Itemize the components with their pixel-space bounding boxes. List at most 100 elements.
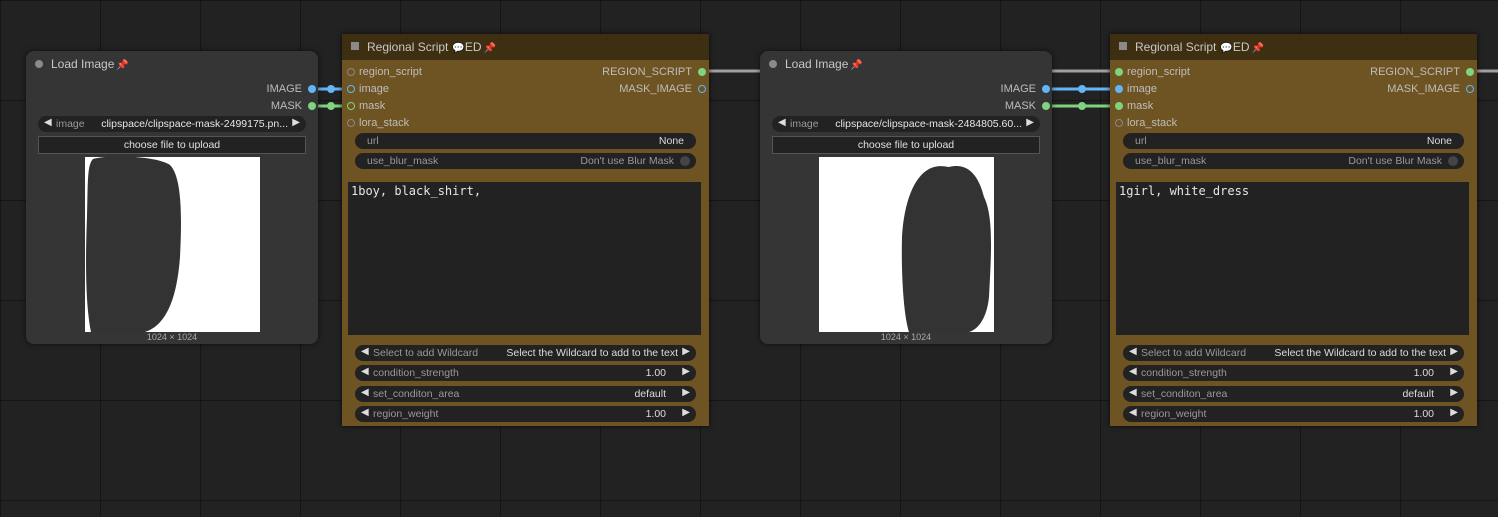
output-mask-image-socket[interactable] [1466,85,1474,93]
output-mask-label: MASK [1004,100,1036,112]
input-image-socket[interactable] [1115,85,1123,93]
image-dimensions: 1024 × 1024 [146,332,198,342]
right-arrow-icon[interactable]: ▶ [1450,346,1458,357]
right-arrow-icon[interactable]: ▶ [1450,387,1458,398]
node-title-bar[interactable]: Load Image 📌 [26,51,318,77]
pin-icon[interactable]: 📌 [484,43,496,54]
left-arrow-icon[interactable]: ◀ [44,117,52,128]
url-value: None [658,135,684,147]
node-title: Load Image [785,57,849,71]
image-combo[interactable]: ◀ image clipspace/clipspace-mask-2499175… [38,116,306,132]
toggle-knob-icon[interactable] [680,156,690,166]
region-weight-field[interactable]: ◀ region_weight 1.00 ▶ [355,406,696,422]
output-region-script-socket[interactable] [698,68,706,76]
condition-strength-field[interactable]: ◀ condition_strength 1.00 ▶ [1123,365,1464,381]
image-combo[interactable]: ◀ image clipspace/clipspace-mask-2484805… [772,116,1040,132]
collapse-dot-icon[interactable] [35,60,43,68]
wildcard-value: Select the Wildcard to add to the text [506,347,678,359]
link-mask-2-midpoint [1078,102,1086,110]
url-field[interactable]: url None [355,133,696,149]
output-region-script-label: REGION_SCRIPT [602,66,692,78]
left-arrow-icon[interactable]: ◀ [1129,346,1137,357]
pin-icon[interactable]: 📌 [116,60,128,71]
input-region-script-socket[interactable] [1115,68,1123,76]
url-value: None [1426,135,1452,147]
output-image-socket[interactable] [308,85,316,93]
right-arrow-icon[interactable]: ▶ [682,346,690,357]
collapse-dot-icon[interactable] [769,60,777,68]
left-arrow-icon[interactable]: ◀ [778,117,786,128]
input-mask-socket[interactable] [347,102,355,110]
image-combo-value: clipspace/clipspace-mask-2484805.60... [835,118,1022,130]
blur-mask-toggle[interactable]: use_blur_mask Don't use Blur Mask [1123,153,1464,169]
blur-mask-label: use_blur_mask [1135,155,1207,167]
right-arrow-icon[interactable]: ▶ [682,387,690,398]
input-region-script-socket[interactable] [347,68,355,76]
left-arrow-icon[interactable]: ◀ [361,346,369,357]
mask-shape [86,157,181,332]
input-image-socket[interactable] [347,85,355,93]
node-title-bar[interactable]: Regional Script 💬ED 📌 [342,34,709,60]
input-lora-stack-socket[interactable] [347,119,355,127]
choose-file-button[interactable]: choose file to upload [38,136,306,154]
output-region-script-socket[interactable] [1466,68,1474,76]
input-mask-socket[interactable] [1115,102,1123,110]
node-title-bar[interactable]: Load Image 📌 [760,51,1052,77]
prompt-textarea[interactable]: 1girl, white_dress [1116,182,1469,335]
right-arrow-icon[interactable]: ▶ [682,366,690,377]
output-region-script-label: REGION_SCRIPT [1370,66,1460,78]
condition-area-label: set_conditon_area [373,388,460,400]
output-mask-socket[interactable] [1042,102,1050,110]
region-weight-field[interactable]: ◀ region_weight 1.00 ▶ [1123,406,1464,422]
node-title: Regional Script [367,40,449,54]
wildcard-label: Select to add Wildcard [373,347,479,359]
output-mask-socket[interactable] [308,102,316,110]
right-arrow-icon[interactable]: ▶ [1450,366,1458,377]
left-arrow-icon[interactable]: ◀ [361,407,369,418]
wildcard-combo[interactable]: ◀ Select to add Wildcard Select the Wild… [355,345,696,361]
left-arrow-icon[interactable]: ◀ [361,366,369,377]
output-image-label: IMAGE [266,83,302,95]
condition-strength-value: 1.00 [645,367,666,379]
url-field[interactable]: url None [1123,133,1464,149]
toggle-knob-icon[interactable] [1448,156,1458,166]
pin-icon[interactable]: 📌 [1252,43,1264,54]
link-image-1-midpoint [327,85,335,93]
collapse-square-icon[interactable] [351,42,359,50]
wildcard-combo[interactable]: ◀ Select to add Wildcard Select the Wild… [1123,345,1464,361]
output-image-label: IMAGE [1000,83,1036,95]
left-arrow-icon[interactable]: ◀ [1129,387,1137,398]
regional-script-node-2[interactable]: Regional Script 💬ED 📌 region_script image … [1110,34,1477,426]
right-arrow-icon[interactable]: ▶ [682,407,690,418]
right-arrow-icon[interactable]: ▶ [1026,117,1034,128]
prompt-textarea[interactable]: 1boy, black_shirt, [348,182,701,335]
comment-icon: 💬 [452,43,465,54]
pin-icon[interactable]: 📌 [850,60,862,71]
output-mask-image-label: MASK_IMAGE [1387,83,1460,95]
choose-file-button[interactable]: choose file to upload [772,136,1040,154]
input-lora-stack-label: lora_stack [1127,117,1178,129]
input-lora-stack-socket[interactable] [1115,119,1123,127]
condition-strength-field[interactable]: ◀ condition_strength 1.00 ▶ [355,365,696,381]
region-weight-value: 1.00 [1413,408,1434,420]
blur-mask-toggle[interactable]: use_blur_mask Don't use Blur Mask [355,153,696,169]
input-mask-label: mask [359,100,386,112]
left-arrow-icon[interactable]: ◀ [1129,366,1137,377]
left-arrow-icon[interactable]: ◀ [361,387,369,398]
comment-icon: 💬 [1220,43,1233,54]
left-arrow-icon[interactable]: ◀ [1129,407,1137,418]
condition-strength-label: condition_strength [373,367,459,379]
load-image-node-1[interactable]: Load Image 📌 IMAGE MASK ◀ image clipspace… [26,51,318,344]
condition-area-combo[interactable]: ◀ set_conditon_area default ▶ [355,386,696,402]
right-arrow-icon[interactable]: ▶ [1450,407,1458,418]
regional-script-node-1[interactable]: Regional Script 💬ED 📌 region_script image … [342,34,709,426]
output-image-socket[interactable] [1042,85,1050,93]
collapse-square-icon[interactable] [1119,42,1127,50]
load-image-node-2[interactable]: Load Image 📌 IMAGE MASK ◀ image clipspace… [760,51,1052,344]
right-arrow-icon[interactable]: ▶ [292,117,300,128]
node-title-bar[interactable]: Regional Script 💬ED 📌 [1110,34,1477,60]
wildcard-value: Select the Wildcard to add to the text [1274,347,1446,359]
output-mask-image-socket[interactable] [698,85,706,93]
condition-area-combo[interactable]: ◀ set_conditon_area default ▶ [1123,386,1464,402]
image-combo-label: image [56,118,85,130]
